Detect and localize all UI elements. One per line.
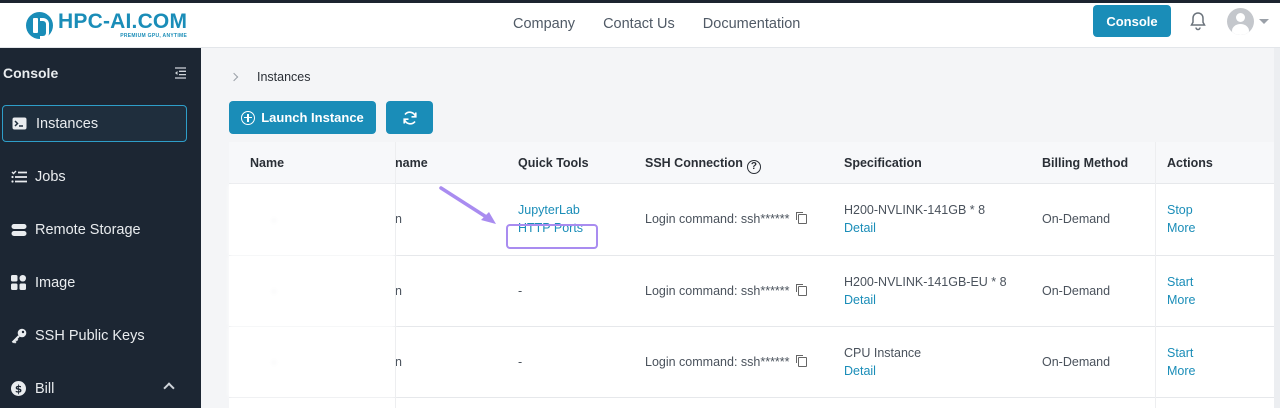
table-header: Name name Quick Tools SSH Connection? Sp… [229, 142, 1275, 184]
http-ports-highlight [506, 224, 598, 249]
more-link[interactable]: More [1167, 293, 1195, 307]
ssh-command-text: Login command: ssh****** [645, 284, 790, 298]
copy-icon[interactable] [795, 355, 807, 367]
storage-icon [10, 221, 27, 238]
list-icon [10, 168, 27, 185]
sidebar-item-ssh-public-keys[interactable]: SSH Public Keys [2, 317, 187, 354]
header-billing-method: Billing Method [1042, 156, 1129, 170]
console-button[interactable]: Console [1093, 5, 1171, 37]
start-link[interactable]: Start [1167, 275, 1193, 289]
sidebar-item-label: Instances [36, 115, 99, 132]
column-divider [1155, 142, 1156, 408]
table-row: n - Login command: ssh****** CPU Instanc… [229, 327, 1275, 398]
stop-link[interactable]: Stop [1167, 203, 1193, 217]
more-link[interactable]: More [1167, 221, 1195, 235]
logo-mark-icon [26, 11, 53, 39]
ssh-command: Login command: ssh****** [645, 212, 807, 226]
sidebar-item-bill[interactable]: $ Bill [2, 370, 187, 407]
breadcrumb: Instances [229, 70, 311, 84]
header-quick-tools: Quick Tools [518, 156, 589, 170]
ssh-command: Login command: ssh****** [645, 284, 807, 298]
header-name-partial: name [395, 156, 428, 170]
chevron-up-icon[interactable] [163, 382, 175, 394]
more-link[interactable]: More [1167, 364, 1195, 378]
redacted-name [229, 185, 395, 255]
annotation-arrow-icon [439, 186, 496, 224]
copy-icon[interactable] [795, 284, 807, 296]
header-actions: Actions [1167, 156, 1213, 170]
top-nav: Company Contact Us Documentation [499, 3, 814, 45]
sidebar: Console Instances Jobs Remote Storage Im… [0, 48, 201, 408]
jupyterlab-link[interactable]: JupyterLab [518, 203, 580, 217]
instances-table: Name name Quick Tools SSH Connection? Sp… [229, 142, 1275, 408]
spec-value: CPU Instance [844, 346, 922, 360]
launch-instance-label: Launch Instance [261, 110, 364, 125]
column-divider [395, 142, 396, 408]
billing-value: On-Demand [1042, 212, 1111, 226]
detail-link[interactable]: Detail [844, 364, 876, 378]
plus-circle-icon [241, 110, 256, 125]
quick-tools-empty: - [518, 284, 523, 298]
help-icon[interactable]: ? [746, 160, 761, 174]
table-row: n JupyterLab HTTP Ports Login command: s… [229, 185, 1275, 256]
logo-name: HPC-AI.COM [58, 9, 188, 33]
quick-tools-empty: - [518, 355, 523, 369]
billing-value: On-Demand [1042, 355, 1111, 369]
sidebar-item-label: Bill [35, 380, 55, 397]
ssh-command: Login command: ssh****** [645, 355, 807, 369]
avatar[interactable] [1227, 8, 1254, 35]
key-icon [10, 327, 27, 344]
name-fragment: n [395, 355, 402, 369]
sidebar-item-label: Image [35, 274, 76, 291]
sidebar-item-label: Remote Storage [35, 221, 141, 238]
breadcrumb-current: Instances [257, 70, 311, 84]
header-ssh-label: SSH Connection [645, 156, 743, 170]
launch-instance-button[interactable]: Launch Instance [229, 101, 376, 134]
nav-documentation[interactable]: Documentation [703, 16, 801, 32]
copy-icon[interactable] [795, 212, 807, 224]
refresh-button[interactable] [386, 101, 433, 134]
redacted-name [229, 327, 395, 397]
logo[interactable]: HPC-AI.COM PREMIUM GPU, ANYTIME [26, 8, 187, 42]
detail-link[interactable]: Detail [844, 221, 876, 235]
redacted-name [229, 256, 395, 326]
nav-contact-us[interactable]: Contact Us [603, 16, 675, 32]
sidebar-item-instances[interactable]: Instances [2, 105, 187, 142]
name-fragment: n [395, 212, 402, 226]
table-row: n - Login command: ssh****** H200-NVLINK… [229, 256, 1275, 327]
nav-company[interactable]: Company [513, 16, 575, 32]
bell-icon[interactable] [1188, 11, 1208, 31]
chevron-down-icon[interactable] [1259, 19, 1269, 24]
top-bar: HPC-AI.COM PREMIUM GPU, ANYTIME Company … [0, 0, 1280, 48]
start-link[interactable]: Start [1167, 346, 1193, 360]
sidebar-item-label: SSH Public Keys [35, 327, 145, 344]
name-fragment: n [395, 284, 402, 298]
spec-value: H200-NVLINK-141GB-EU * 8 [844, 275, 1007, 289]
sidebar-item-image[interactable]: Image [2, 264, 187, 301]
sidebar-item-jobs[interactable]: Jobs [2, 158, 187, 195]
detail-link[interactable]: Detail [844, 293, 876, 307]
spec-value: H200-NVLINK-141GB * 8 [844, 203, 986, 217]
sidebar-title: Console [3, 65, 59, 81]
refresh-icon [402, 110, 417, 125]
collapse-menu-icon[interactable] [174, 67, 187, 79]
grid-icon [10, 274, 27, 291]
billing-value: On-Demand [1042, 284, 1111, 298]
header-ssh-connection: SSH Connection? [645, 156, 761, 174]
sidebar-item-label: Jobs [35, 168, 66, 185]
dollar-icon: $ [10, 380, 27, 397]
ssh-command-text: Login command: ssh****** [645, 355, 790, 369]
header-name: Name [250, 156, 285, 170]
sidebar-item-remote-storage[interactable]: Remote Storage [2, 211, 187, 248]
main-content: Instances Launch Instance Name name Quic… [201, 48, 1280, 408]
ssh-command-text: Login command: ssh****** [645, 212, 790, 226]
header-specification: Specification [844, 156, 922, 170]
terminal-icon [11, 115, 28, 132]
scrollbar[interactable] [1274, 48, 1280, 408]
svg-text:$: $ [15, 383, 22, 395]
logo-tagline: PREMIUM GPU, ANYTIME [120, 32, 188, 39]
chevron-right-icon [229, 72, 239, 82]
